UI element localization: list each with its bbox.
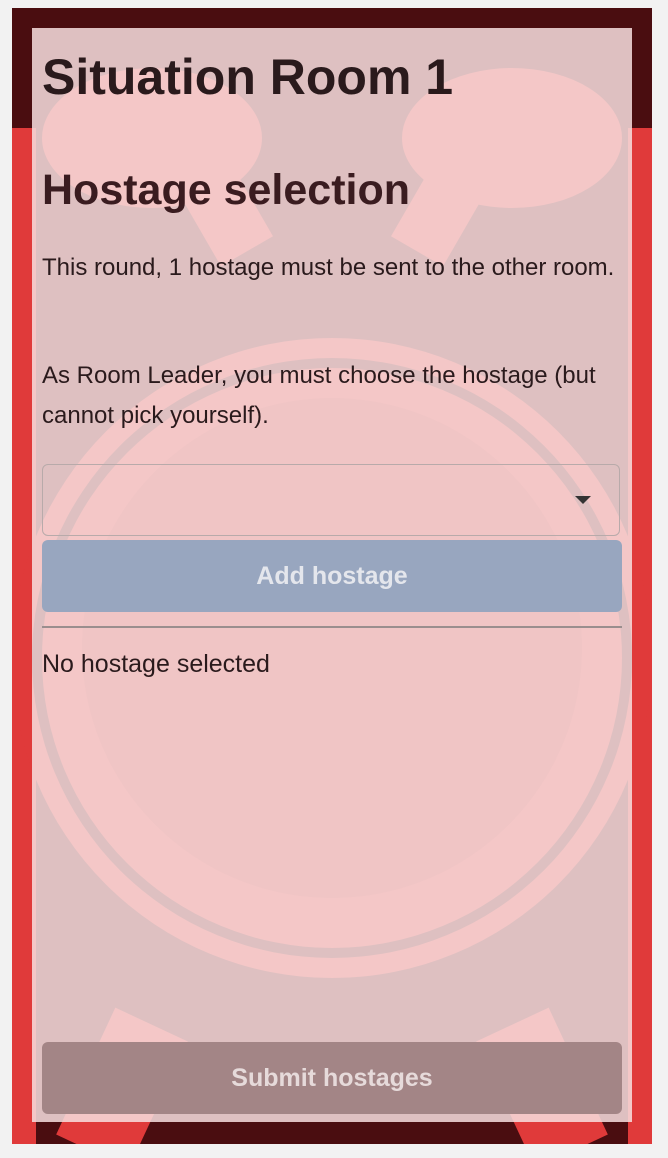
hostage-select[interactable] [42, 464, 620, 536]
section-heading: Hostage selection [42, 166, 410, 214]
round-instruction: This round, 1 hostage must be sent to th… [42, 254, 615, 281]
divider [42, 626, 622, 628]
submit-hostages-button[interactable]: Submit hostages [42, 1042, 622, 1114]
add-hostage-button[interactable]: Add hostage [42, 540, 622, 612]
page-title: Situation Room 1 [42, 49, 454, 105]
selection-status: No hostage selected [42, 650, 270, 678]
leader-instruction: As Room Leader, you must choose the host… [42, 362, 596, 429]
chevron-down-icon [575, 496, 591, 504]
